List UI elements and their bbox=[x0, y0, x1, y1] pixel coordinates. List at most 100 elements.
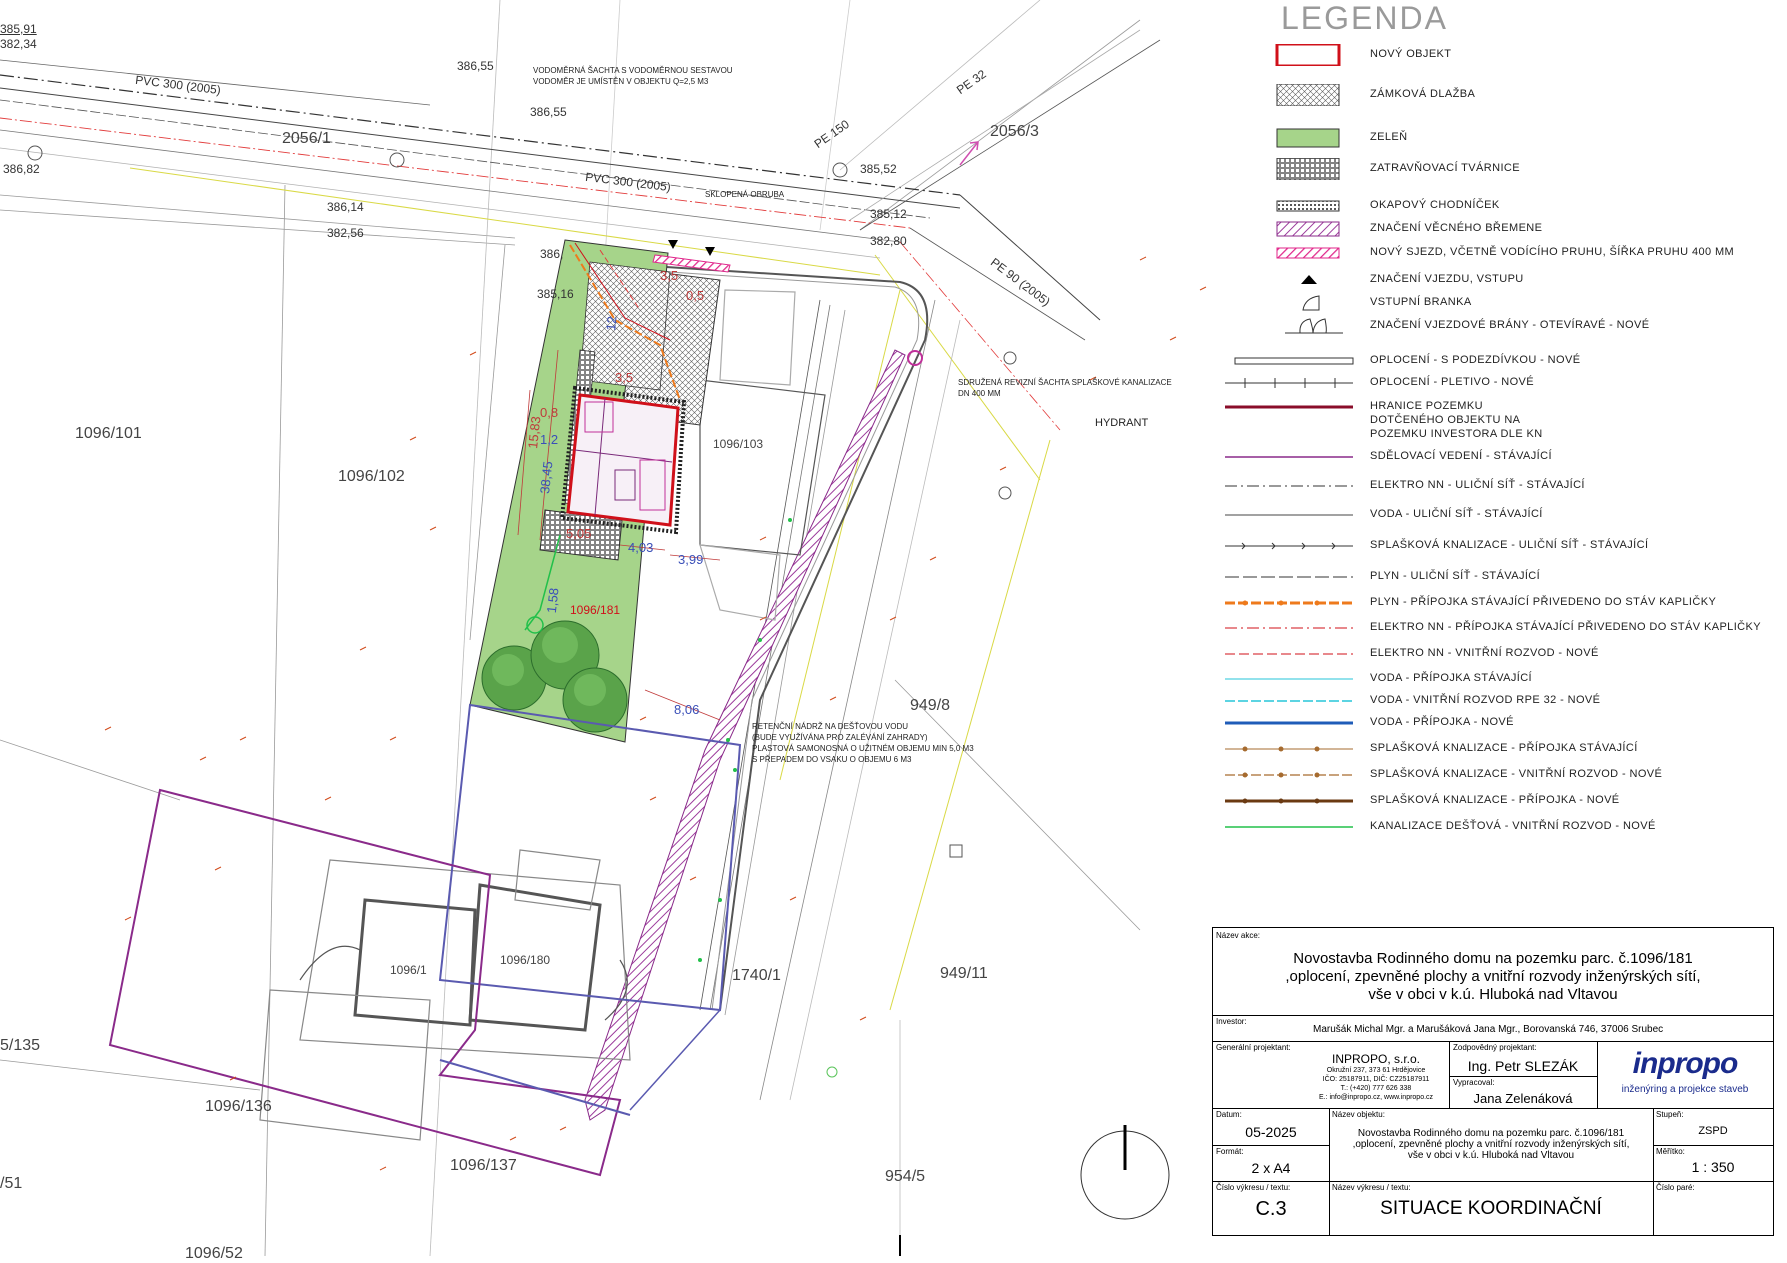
legend-item: ZATRAVŇOVACÍ TVÁRNICE bbox=[1225, 158, 1785, 180]
project-caption: Název akce: bbox=[1216, 931, 1261, 940]
legend-symbol-icon bbox=[1225, 746, 1353, 752]
legend-symbol-icon bbox=[1225, 627, 1353, 629]
legend-label: SPLAŠKOVÁ KNALIZACE - PŘÍPOJKA STÁVAJÍCÍ bbox=[1370, 742, 1638, 754]
legend-item: OKAPOVÝ CHODNÍČEK bbox=[1225, 195, 1785, 217]
parcel-label: 1096/101 bbox=[75, 425, 142, 442]
legend: LEGENDA NOVÝ OBJEKT ZÁMKOVÁ DLAŽBA ZELEŇ ZA… bbox=[1225, 0, 1785, 900]
gp-name: INPROPO, s.r.o. bbox=[1331, 1052, 1421, 1066]
legend-label: OKAPOVÝ CHODNÍČEK bbox=[1370, 199, 1500, 211]
legend-label: VODA - VNITŘNÍ ROZVOD RPE 32 - NOVÉ bbox=[1370, 694, 1601, 706]
note-sewer-shaft: SDRUŽENÁ REVIZNÍ ŠACHTA SPLAŠKOVÉ KANALI… bbox=[958, 378, 1172, 387]
dimension-label: 4,03 bbox=[628, 540, 654, 555]
legend-symbol-icon bbox=[1225, 772, 1353, 778]
legend-label: ZÁMKOVÁ DLAŽBA bbox=[1370, 88, 1476, 100]
dimension-label: 12 bbox=[603, 315, 620, 332]
date-value: 05-2025 bbox=[1245, 1124, 1297, 1140]
dimension-label: 1,2 bbox=[540, 432, 559, 447]
legend-label: ZELEŇ bbox=[1370, 131, 1408, 143]
legend-item: OPLOCENÍ - S PODEZDÍVKOU - NOVÉ bbox=[1225, 350, 1785, 372]
legend-label: SPLAŠKOVÁ KNALIZACE - ULIČNÍ SÍŤ - STÁVA… bbox=[1370, 539, 1649, 551]
parcel-label: 1096/103 bbox=[713, 437, 764, 451]
legend-symbol-icon bbox=[1276, 84, 1340, 106]
level-label: 386,82 bbox=[3, 162, 40, 176]
legend-item: SDĚLOVACÍ VEDENÍ - STÁVAJÍCÍ bbox=[1225, 446, 1785, 468]
legend-label: SPLAŠKOVÁ KNALIZACE - VNITŘNÍ ROZVOD - N… bbox=[1370, 768, 1663, 780]
dimension-label: 0,8 bbox=[540, 405, 559, 420]
gp-email: E.: info@inpropo.cz, www.inpropo.cz bbox=[1318, 1094, 1434, 1101]
legend-symbol-icon bbox=[1301, 275, 1317, 284]
parcel-label: 954/5 bbox=[885, 1168, 926, 1185]
legend-symbol-icon bbox=[1276, 221, 1340, 237]
legend-symbol-icon bbox=[1225, 798, 1353, 804]
legend-item: ZÁMKOVÁ DLAŽBA bbox=[1225, 84, 1785, 106]
dimension-label: 3,99 bbox=[678, 552, 704, 567]
legend-symbol-icon bbox=[1225, 378, 1353, 388]
drawing-no-caption: Číslo výkresu / textu: bbox=[1216, 1183, 1291, 1192]
legend-item: SPLAŠKOVÁ KNALIZACE - VNITŘNÍ ROZVOD - N… bbox=[1225, 764, 1785, 786]
legend-label: PLYN - PŘÍPOJKA STÁVAJÍCÍ PŘIVEDENO DO S… bbox=[1370, 596, 1717, 608]
legend-label: VODA - ULIČNÍ SÍŤ - STÁVAJÍCÍ bbox=[1370, 508, 1543, 520]
note-sewer-dn: DN 400 MM bbox=[958, 389, 1001, 398]
copy-caption: Číslo paré: bbox=[1656, 1183, 1695, 1192]
legend-item: VODA - ULIČNÍ SÍŤ - STÁVAJÍCÍ bbox=[1225, 504, 1785, 526]
legend-symbol-icon bbox=[1225, 721, 1353, 725]
legend-item: ZNAČENÍ VJEZDU, VSTUPU bbox=[1225, 269, 1785, 291]
legend-item: ELEKTRO NN - VNITŘNÍ ROZVOD - NOVÉ bbox=[1225, 643, 1785, 665]
project-name-2: ,oplocení, zpevněné plochy a vnitřní roz… bbox=[1285, 968, 1701, 985]
parcel-label: 1096/137 bbox=[450, 1157, 517, 1174]
legend-label: SPLAŠKOVÁ KNALIZACE - PŘÍPOJKA - NOVÉ bbox=[1370, 794, 1620, 806]
parcel-label-new: 1096/181 bbox=[570, 603, 621, 617]
project-name-3: vše v obci v k.ú. Hluboká nad Vltavou bbox=[1368, 986, 1618, 1003]
legend-item: VODA - VNITŘNÍ ROZVOD RPE 32 - NOVÉ bbox=[1225, 690, 1785, 712]
dimension-label: 0,5 bbox=[686, 288, 705, 303]
legend-item: VODA - PŘÍPOJKA STÁVAJÍCÍ bbox=[1225, 668, 1785, 690]
legend-symbol-icon bbox=[1225, 485, 1353, 487]
legend-label: ELEKTRO NN - VNITŘNÍ ROZVOD - NOVÉ bbox=[1370, 647, 1599, 659]
company-tagline: inženýring a projekce staveb bbox=[1621, 1084, 1749, 1095]
legend-label: PLYN - ULIČNÍ SÍŤ - STÁVAJÍCÍ bbox=[1370, 570, 1541, 582]
legend-symbol-icon bbox=[1225, 456, 1353, 458]
level-label: 385,52 bbox=[860, 162, 897, 176]
legend-item: POZEMKU INVESTORA DLE KN bbox=[1225, 424, 1785, 446]
legend-item: VODA - PŘÍPOJKA - NOVÉ bbox=[1225, 712, 1785, 734]
note-tank: RETENČNÍ NÁDRŽ NA DEŠŤOVOU VODU bbox=[752, 722, 909, 731]
format-caption: Formát: bbox=[1216, 1147, 1244, 1156]
date-caption: Datum: bbox=[1216, 1110, 1242, 1119]
legend-symbol-icon bbox=[1302, 295, 1320, 311]
north-arrow-icon bbox=[1080, 1125, 1170, 1220]
legend-symbol-icon bbox=[1225, 700, 1353, 702]
level-label: 382,80 bbox=[870, 234, 907, 248]
parcel-label: 1096/102 bbox=[338, 468, 405, 485]
format-value: 2 x A4 bbox=[1251, 1160, 1291, 1176]
resp-caption: Zodpovědný projektant: bbox=[1453, 1043, 1537, 1052]
legend-item: SPLAŠKOVÁ KNALIZACE - PŘÍPOJKA STÁVAJÍCÍ bbox=[1225, 738, 1785, 760]
level-label: 386,55 bbox=[457, 59, 494, 73]
project-name: Novostavba Rodinného domu na pozemku par… bbox=[1293, 950, 1693, 967]
legend-item: OPLOCENÍ - PLETIVO - NOVÉ bbox=[1225, 372, 1785, 394]
legend-item: ELEKTRO NN - ULIČNÍ SÍŤ - STÁVAJÍCÍ bbox=[1225, 475, 1785, 497]
legend-symbol-icon bbox=[1225, 678, 1353, 680]
legend-item: SPLAŠKOVÁ KNALIZACE - ULIČNÍ SÍŤ - STÁVA… bbox=[1225, 535, 1785, 557]
note-water-shaft: VODOMĚRNÁ ŠACHTA S VODOMĚRNOU SESTAVOU bbox=[533, 66, 733, 75]
legend-label: VODA - PŘÍPOJKA - NOVÉ bbox=[1370, 716, 1514, 728]
legend-symbol-icon bbox=[1225, 424, 1355, 446]
hydrant-label: HYDRANT bbox=[1095, 417, 1149, 429]
note-tank: (BUDE VYUŽÍVÁNA PRO ZALÉVÁNÍ ZAHRADY) bbox=[752, 733, 928, 742]
company-logo: inpropo bbox=[1632, 1047, 1739, 1080]
legend-label: OPLOCENÍ - S PODEZDÍVKOU - NOVÉ bbox=[1370, 354, 1581, 366]
legend-symbol-icon bbox=[1225, 542, 1353, 550]
scale-caption: Měřítko: bbox=[1656, 1147, 1685, 1156]
legend-symbol-icon bbox=[1275, 44, 1341, 66]
dimension-label: 3,5 bbox=[615, 370, 634, 385]
parcel-label: 1740/1 bbox=[732, 967, 781, 984]
legend-label: OPLOCENÍ - PLETIVO - NOVÉ bbox=[1370, 376, 1535, 388]
legend-item: SPLAŠKOVÁ KNALIZACE - PŘÍPOJKA - NOVÉ bbox=[1225, 790, 1785, 812]
title-block: Název akce: Novostavba Rodinného domu na… bbox=[1212, 927, 1774, 1236]
stage-caption: Stupeň: bbox=[1656, 1110, 1684, 1119]
level-label: 385,16 bbox=[537, 287, 574, 301]
drawing-name: SITUACE KOORDINAČNÍ bbox=[1380, 1198, 1602, 1219]
drawing-name-caption: Název výkresu / textu: bbox=[1332, 1183, 1411, 1192]
legend-label: ZNAČENÍ VJEZDOVÉ BRÁNY - OTEVÍRAVÉ - NOV… bbox=[1370, 319, 1650, 331]
legend-label: NOVÝ OBJEKT bbox=[1370, 48, 1452, 60]
parcel-label: 949/8 bbox=[910, 697, 951, 714]
